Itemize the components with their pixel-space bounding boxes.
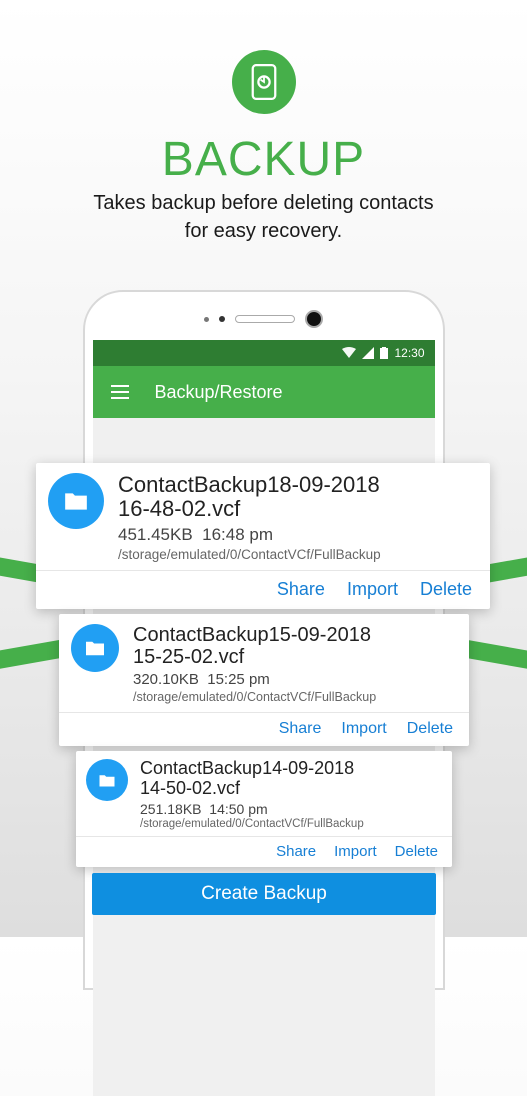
backup-meta: 251.18KB 14:50 pm bbox=[140, 801, 442, 817]
backup-path: /storage/emulated/0/ContactVCf/FullBacku… bbox=[118, 547, 478, 562]
app-bar-title: Backup/Restore bbox=[155, 382, 283, 403]
share-button[interactable]: Share bbox=[279, 720, 322, 738]
app-bar: Backup/Restore bbox=[93, 366, 435, 418]
share-button[interactable]: Share bbox=[277, 579, 325, 600]
wifi-icon bbox=[342, 347, 356, 359]
delete-button[interactable]: Delete bbox=[407, 720, 453, 738]
menu-icon[interactable] bbox=[111, 385, 129, 399]
signal-icon bbox=[362, 347, 374, 359]
delete-button[interactable]: Delete bbox=[395, 843, 438, 860]
status-time: 12:30 bbox=[394, 346, 424, 360]
import-button[interactable]: Import bbox=[347, 579, 398, 600]
backup-card: ContactBackup14-09-2018 14-50-02.vcf 251… bbox=[76, 751, 452, 867]
folder-icon bbox=[48, 473, 104, 529]
backup-icon bbox=[232, 50, 296, 114]
backup-path: /storage/emulated/0/ContactVCf/FullBacku… bbox=[140, 818, 442, 830]
status-bar: 12:30 bbox=[93, 340, 435, 366]
create-backup-button[interactable]: Create Backup bbox=[92, 873, 436, 915]
backup-filename: ContactBackup18-09-2018 16-48-02.vcf bbox=[118, 473, 478, 521]
hero-title: Backup bbox=[0, 132, 527, 187]
backup-path: /storage/emulated/0/ContactVCf/FullBacku… bbox=[133, 690, 457, 704]
folder-icon bbox=[71, 624, 119, 672]
import-button[interactable]: Import bbox=[341, 720, 386, 738]
phone-physical-top bbox=[93, 310, 435, 328]
backup-meta: 451.45KB 16:48 pm bbox=[118, 525, 478, 545]
backup-filename: ContactBackup15-09-2018 15-25-02.vcf bbox=[133, 624, 457, 668]
backup-card: ContactBackup18-09-2018 16-48-02.vcf 451… bbox=[36, 463, 490, 609]
share-button[interactable]: Share bbox=[276, 843, 316, 860]
delete-button[interactable]: Delete bbox=[420, 579, 472, 600]
backup-filename: ContactBackup14-09-2018 14-50-02.vcf bbox=[140, 759, 442, 799]
backup-card: ContactBackup15-09-2018 15-25-02.vcf 320… bbox=[59, 614, 469, 746]
backup-meta: 320.10KB 15:25 pm bbox=[133, 671, 457, 688]
import-button[interactable]: Import bbox=[334, 843, 377, 860]
hero-subtitle: Takes backup before deleting contacts fo… bbox=[0, 189, 527, 245]
folder-icon bbox=[86, 759, 128, 801]
hero-section: Backup Takes backup before deleting cont… bbox=[0, 0, 527, 245]
battery-icon bbox=[380, 347, 388, 359]
